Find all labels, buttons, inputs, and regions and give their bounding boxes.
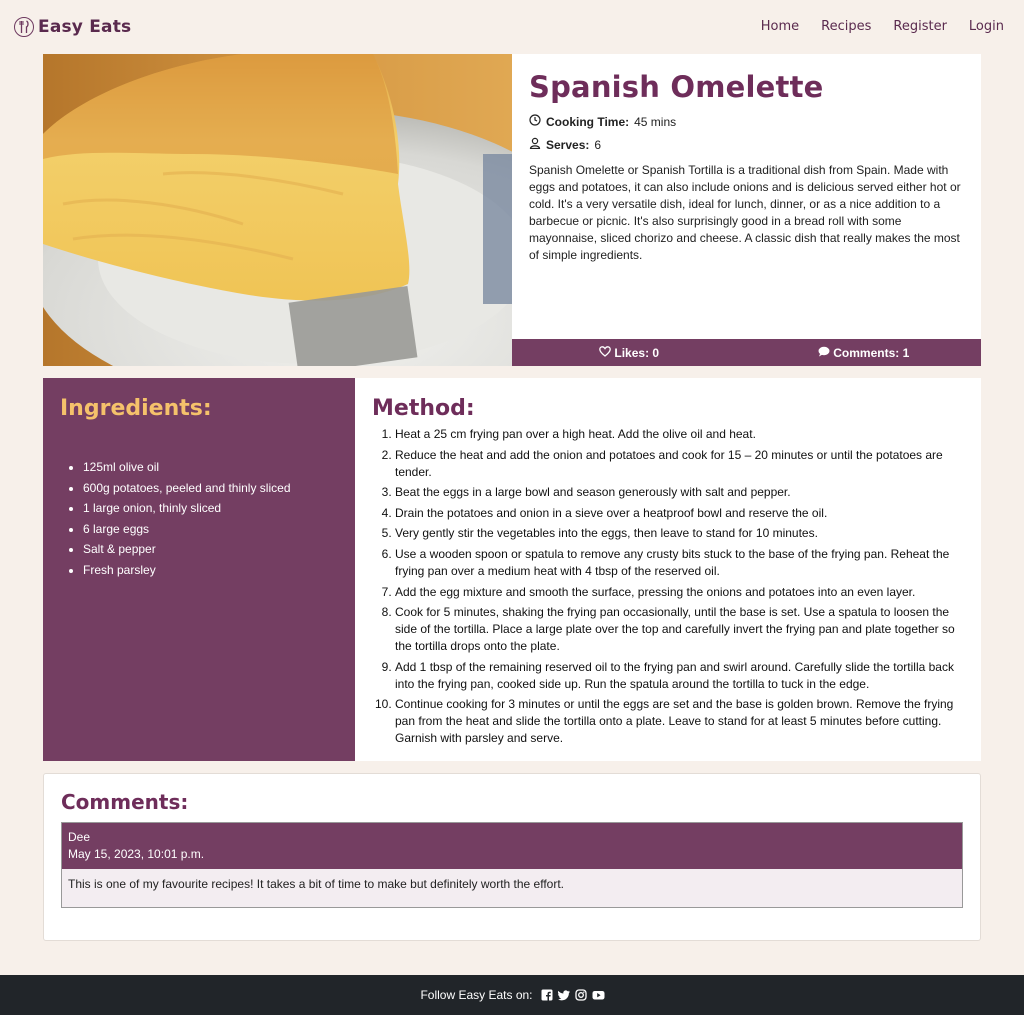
method-step: Reduce the heat and add the onion and po… bbox=[395, 447, 964, 481]
instagram-icon[interactable] bbox=[574, 989, 587, 1001]
serves: Serves: 6 bbox=[529, 137, 964, 152]
serves-label: Serves: bbox=[546, 137, 590, 152]
comment-icon bbox=[818, 346, 830, 360]
heart-icon bbox=[599, 345, 612, 360]
ingredient-item: 6 large eggs bbox=[83, 519, 338, 540]
likes-count: Likes: 0 bbox=[614, 345, 660, 360]
youtube-icon[interactable] bbox=[592, 989, 605, 1001]
method-title: Method: bbox=[372, 396, 475, 421]
method-step: Drain the potatoes and onion in a sieve … bbox=[395, 505, 964, 522]
method-step: Add 1 tbsp of the remaining reserved oil… bbox=[395, 659, 964, 693]
ingredient-list: 125ml olive oil 600g potatoes, peeled an… bbox=[60, 457, 338, 581]
ingredient-item: Fresh parsley bbox=[83, 560, 338, 581]
method-step: Heat a 25 cm frying pan over a high heat… bbox=[395, 426, 964, 443]
comment-header: Dee May 15, 2023, 10:01 p.m. bbox=[62, 823, 962, 869]
ingredient-item: 600g potatoes, peeled and thinly sliced bbox=[83, 478, 338, 499]
method-step: Beat the eggs in a large bowl and season… bbox=[395, 484, 964, 501]
ingredients-title: Ingredients: bbox=[60, 396, 212, 421]
method-step: Very gently stir the vegetables into the… bbox=[395, 525, 964, 542]
footer: Follow Easy Eats on: bbox=[0, 975, 1024, 1015]
method-step: Add the egg mixture and smooth the surfa… bbox=[395, 584, 964, 601]
ingredients-panel: Ingredients: 125ml olive oil 600g potato… bbox=[43, 378, 355, 761]
comment: Dee May 15, 2023, 10:01 p.m. This is one… bbox=[61, 822, 963, 908]
recipe-description: Spanish Omelette or Spanish Tortilla is … bbox=[529, 163, 961, 262]
comments-button[interactable]: Comments: 1 bbox=[747, 339, 982, 366]
method-list: Heat a 25 cm frying pan over a high heat… bbox=[372, 426, 964, 747]
nav-link-home[interactable]: Home bbox=[750, 19, 810, 34]
method-panel: Method: Heat a 25 cm frying pan over a h… bbox=[355, 378, 981, 761]
user-icon bbox=[529, 137, 541, 152]
follow-text: Follow Easy Eats on: bbox=[420, 988, 533, 1002]
facebook-icon[interactable] bbox=[541, 989, 553, 1001]
likes-button[interactable]: Likes: 0 bbox=[512, 339, 747, 366]
recipe-stats-bar: Likes: 0 Comments: 1 bbox=[512, 339, 981, 366]
serves-value: 6 bbox=[594, 137, 602, 152]
ingredient-item: Salt & pepper bbox=[83, 539, 338, 560]
clock-icon bbox=[529, 114, 541, 129]
nav-links: Home Recipes Register Login bbox=[750, 19, 1010, 34]
comment-author: Dee bbox=[68, 830, 91, 844]
comments-section: Comments: Dee May 15, 2023, 10:01 p.m. T… bbox=[43, 773, 981, 941]
cooking-time-label: Cooking Time: bbox=[546, 114, 630, 129]
twitter-icon[interactable] bbox=[557, 989, 570, 1001]
comment-date: May 15, 2023, 10:01 p.m. bbox=[68, 847, 205, 861]
comment-text: This is one of my favourite recipes! It … bbox=[62, 869, 962, 907]
cutlery-logo-icon bbox=[14, 16, 34, 37]
comments-title: Comments: bbox=[61, 790, 189, 814]
recipe-info: Spanish Omelette Cooking Time: 45 mins S… bbox=[512, 54, 981, 366]
ingredient-item: 125ml olive oil bbox=[83, 457, 338, 478]
recipe-title: Spanish Omelette bbox=[529, 70, 824, 104]
navbar: Easy Eats Home Recipes Register Login bbox=[0, 0, 1024, 53]
comments-count: Comments: 1 bbox=[833, 345, 910, 360]
nav-link-recipes[interactable]: Recipes bbox=[810, 19, 882, 34]
cooking-time-value: 45 mins bbox=[634, 114, 677, 129]
brand-name: Easy Eats bbox=[38, 16, 132, 37]
nav-link-register[interactable]: Register bbox=[882, 19, 958, 34]
ingredient-item: 1 large onion, thinly sliced bbox=[83, 498, 338, 519]
recipe-body: Ingredients: 125ml olive oil 600g potato… bbox=[43, 378, 981, 761]
method-step: Cook for 5 minutes, shaking the frying p… bbox=[395, 604, 964, 655]
nav-link-login[interactable]: Login bbox=[958, 19, 1010, 34]
brand[interactable]: Easy Eats bbox=[14, 16, 132, 37]
cooking-time: Cooking Time: 45 mins bbox=[529, 114, 964, 129]
recipe-image bbox=[43, 54, 512, 366]
method-step: Continue cooking for 3 minutes or until … bbox=[395, 696, 964, 747]
recipe-hero: Spanish Omelette Cooking Time: 45 mins S… bbox=[43, 54, 981, 366]
social-links bbox=[541, 989, 605, 1001]
method-step: Use a wooden spoon or spatula to remove … bbox=[395, 546, 964, 580]
